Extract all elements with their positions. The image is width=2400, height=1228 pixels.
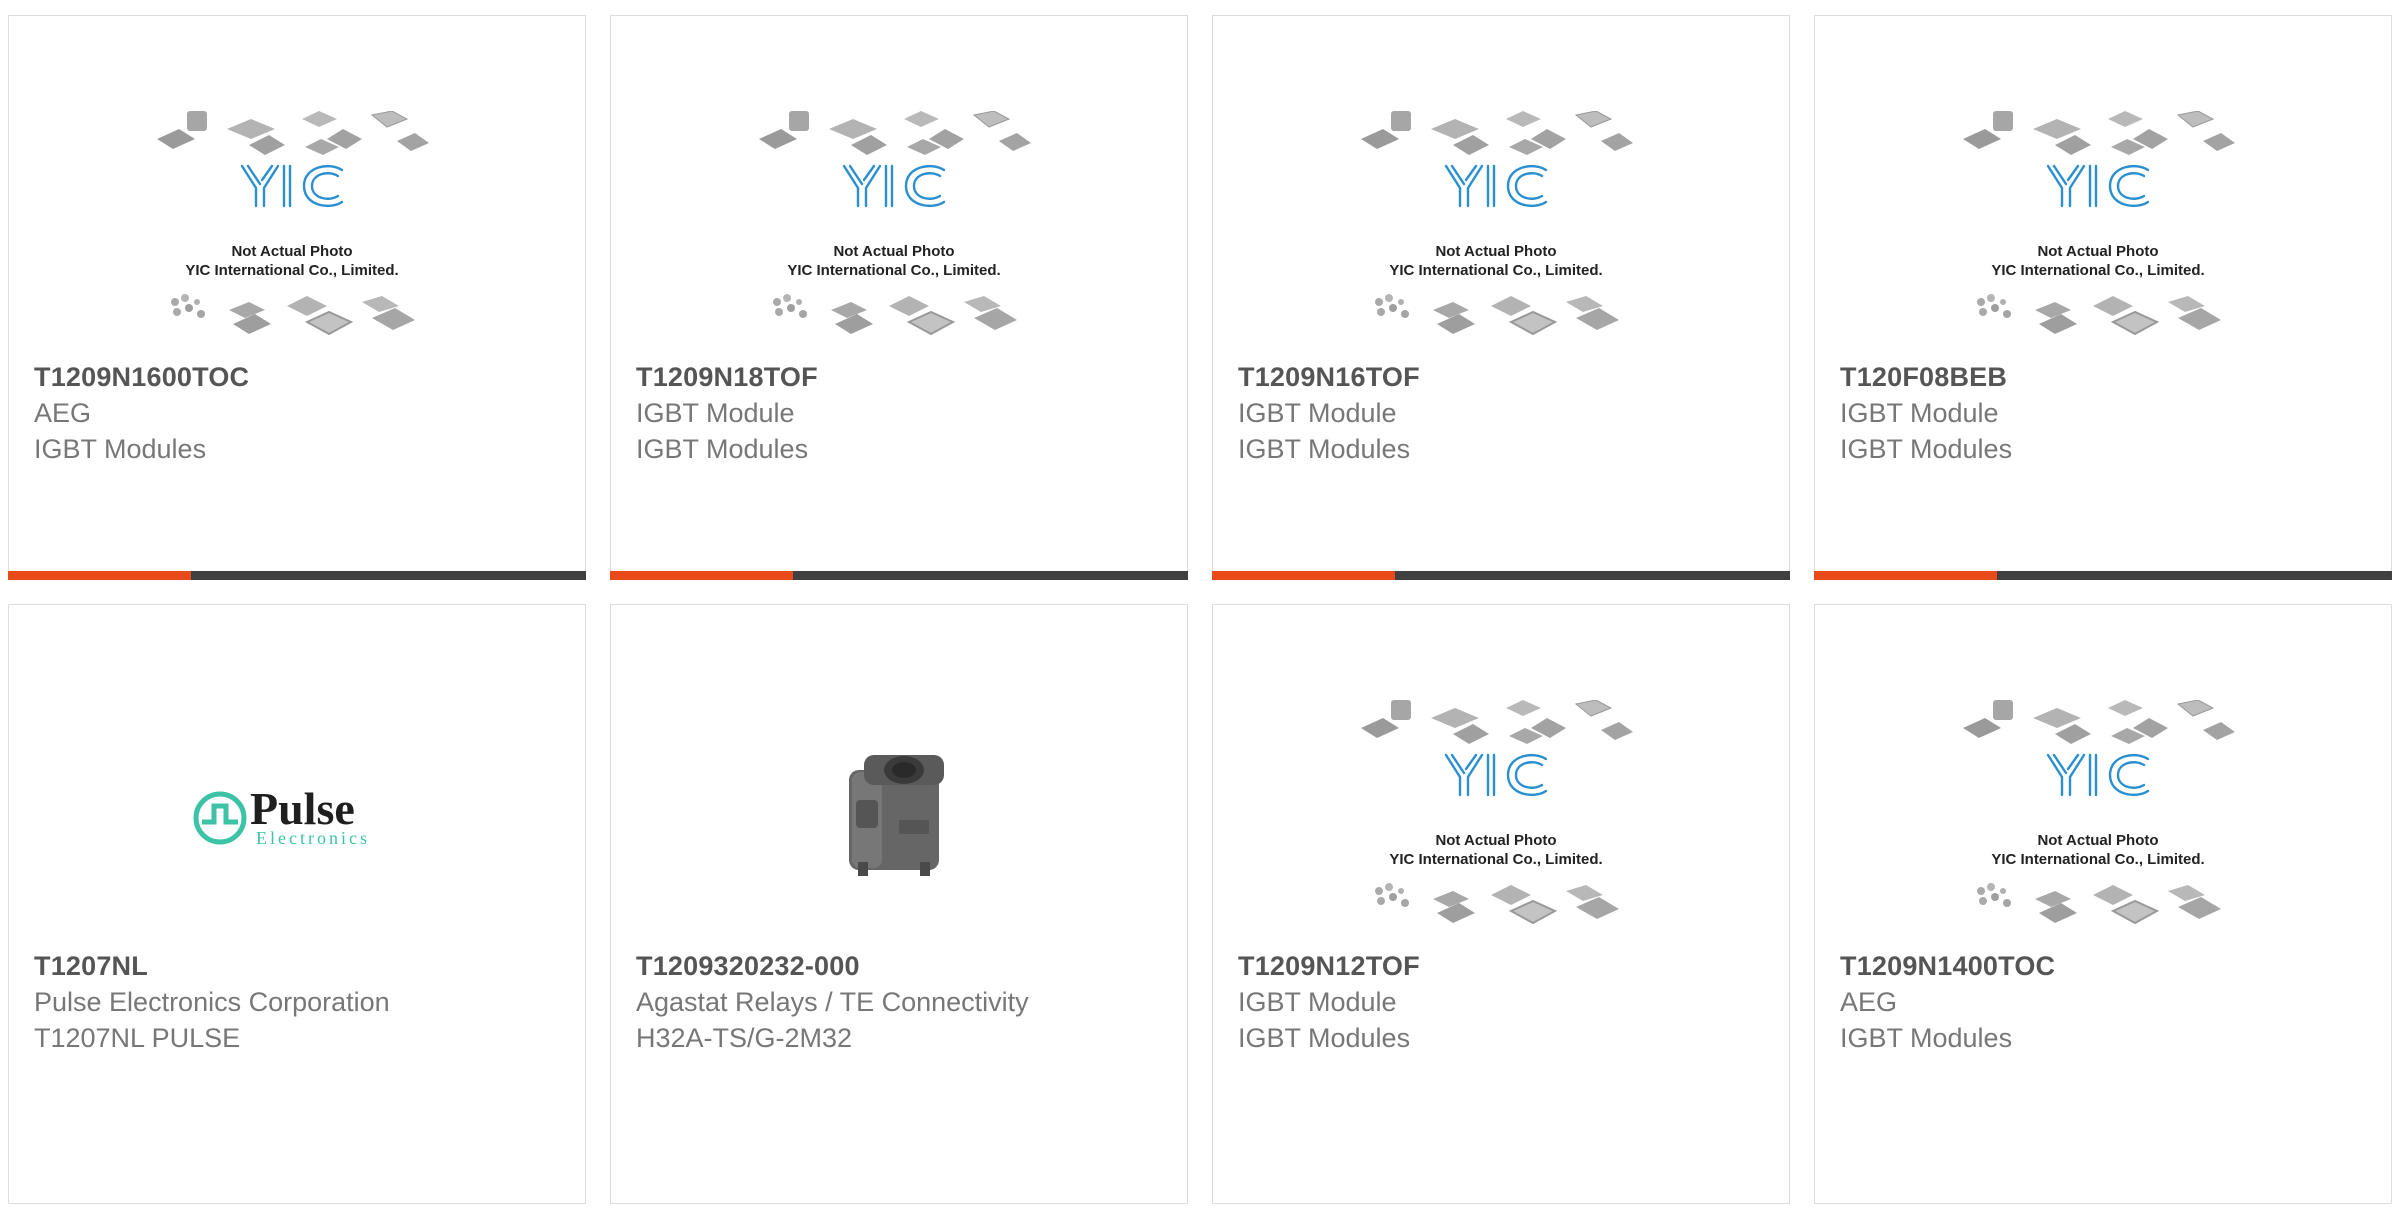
product-image[interactable]	[1815, 680, 2391, 950]
yic-placeholder-icon	[1361, 111, 1635, 336]
product-card[interactable]: T1209N12TOF IGBT Module IGBT Modules	[1212, 604, 1790, 1204]
yic-placeholder-icon	[759, 111, 1033, 336]
part-number-link[interactable]: T1209N1400TOC	[1840, 948, 2371, 984]
card-bottom-bar	[610, 571, 1188, 580]
description: IGBT Modules	[1840, 434, 2013, 464]
manufacturer: IGBT Module	[1840, 398, 1999, 428]
description: IGBT Modules	[1840, 1023, 2013, 1053]
product-card[interactable]: T1209N1600TOC AEG IGBT Modules	[8, 15, 586, 580]
card-bottom-bar	[1814, 571, 2392, 580]
product-grid: T1209N1600TOC AEG IGBT Modules T1209N18T…	[8, 15, 2400, 1228]
manufacturer: Pulse Electronics Corporation	[34, 987, 390, 1017]
pulse-logo-sub: Electronics	[256, 828, 370, 848]
card-bottom-bar	[1212, 571, 1790, 580]
connector-housing-photo	[849, 755, 944, 876]
part-number-link[interactable]: T1207NL	[34, 948, 565, 984]
product-image[interactable]	[1213, 680, 1789, 950]
card-accent-bar	[8, 571, 191, 580]
description: H32A-TS/G-2M32	[636, 1023, 853, 1053]
description: T1207NL PULSE	[34, 1023, 241, 1053]
card-accent-bar	[1212, 571, 1395, 580]
product-card[interactable]: T1209N1400TOC AEG IGBT Modules	[1814, 604, 2392, 1204]
yic-placeholder-icon	[1361, 700, 1635, 925]
card-bottom-bar	[8, 571, 586, 580]
manufacturer: AEG	[34, 398, 92, 428]
yic-placeholder-icon	[157, 111, 431, 336]
description: IGBT Modules	[636, 434, 809, 464]
product-row: T1209N1600TOC AEG IGBT Modules T1209N18T…	[8, 15, 2400, 580]
product-card[interactable]: Pulse Electronics T1207NL Pulse Electron…	[8, 604, 586, 1204]
description: IGBT Modules	[1238, 1023, 1411, 1053]
card-accent-bar	[1814, 571, 1997, 580]
product-image[interactable]	[611, 91, 1187, 361]
product-image[interactable]	[611, 680, 1187, 950]
yic-placeholder-icon	[1963, 111, 2237, 336]
product-card[interactable]: T1209N18TOF IGBT Module IGBT Modules	[610, 15, 1188, 580]
product-image[interactable]	[9, 91, 585, 361]
card-accent-bar	[610, 571, 793, 580]
part-number-link[interactable]: T1209N1600TOC	[34, 359, 565, 395]
part-number-link[interactable]: T1209N12TOF	[1238, 948, 1769, 984]
description: IGBT Modules	[1238, 434, 1411, 464]
manufacturer: IGBT Module	[636, 398, 795, 428]
product-row: Pulse Electronics T1207NL Pulse Electron…	[8, 604, 2400, 1204]
product-card[interactable]: T1209N16TOF IGBT Module IGBT Modules	[1212, 15, 1790, 580]
part-number-link[interactable]: T120F08BEB	[1840, 359, 2371, 395]
manufacturer: AEG	[1840, 987, 1898, 1017]
pulse-electronics-logo: Pulse Electronics	[193, 783, 370, 848]
description: IGBT Modules	[34, 434, 207, 464]
part-number-link[interactable]: T1209N16TOF	[1238, 359, 1769, 395]
product-image[interactable]	[1815, 91, 2391, 361]
manufacturer: IGBT Module	[1238, 398, 1397, 428]
manufacturer: IGBT Module	[1238, 987, 1397, 1017]
part-number-link[interactable]: T1209N18TOF	[636, 359, 1167, 395]
yic-placeholder-icon	[1963, 700, 2237, 925]
product-card[interactable]: T1209320232-000 Agastat Relays / TE Conn…	[610, 604, 1188, 1204]
manufacturer: Agastat Relays / TE Connectivity	[636, 987, 1029, 1017]
pulse-logo-name: Pulse	[250, 783, 355, 834]
product-card[interactable]: T120F08BEB IGBT Module IGBT Modules	[1814, 15, 2392, 580]
part-number-link[interactable]: T1209320232-000	[636, 948, 1167, 984]
product-image[interactable]	[1213, 91, 1789, 361]
product-image[interactable]: Pulse Electronics	[9, 680, 585, 950]
